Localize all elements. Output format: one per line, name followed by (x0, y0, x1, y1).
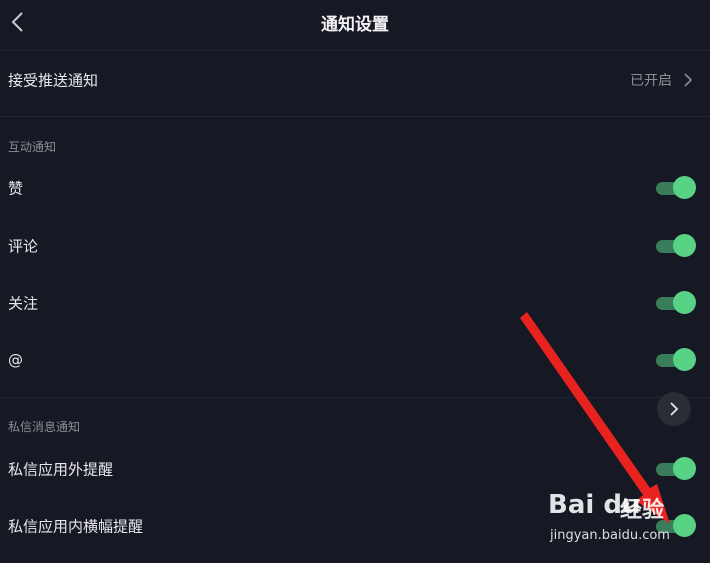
floating-expand-button[interactable] (657, 392, 691, 426)
follow-label: 关注 (8, 294, 39, 313)
in-app-banner-toggle[interactable] (656, 514, 696, 538)
chevron-right-icon (684, 73, 693, 87)
notification-settings-page: 通知设置 接受推送通知 已开启 互动通知 赞 评论 关注 @ 私信消息通知 私信… (0, 0, 710, 563)
outside-app-reminder-label: 私信应用外提醒 (8, 460, 114, 479)
interaction-item-comment: 评论 (0, 218, 710, 274)
comment-label: 评论 (8, 237, 39, 256)
divider (0, 397, 710, 398)
page-title: 通知设置 (321, 15, 389, 35)
push-notification-label: 接受推送通知 (8, 71, 99, 90)
interaction-item-follow: 关注 (0, 275, 710, 331)
chevron-right-icon (670, 402, 679, 416)
interaction-section-title: 互动通知 (8, 140, 57, 154)
divider (0, 116, 710, 117)
push-notification-row[interactable]: 接受推送通知 已开启 (0, 52, 710, 108)
push-notification-status: 已开启 (630, 73, 672, 89)
interaction-item-like: 赞 (0, 160, 710, 216)
message-item-outside-app: 私信应用外提醒 (0, 441, 710, 497)
interaction-item-mention: @ (0, 332, 710, 388)
mention-label: @ (8, 351, 23, 369)
messages-section-title: 私信消息通知 (8, 420, 81, 434)
follow-toggle[interactable] (656, 291, 696, 315)
header-bar: 通知设置 (0, 0, 710, 51)
like-label: 赞 (8, 179, 24, 198)
comment-toggle[interactable] (656, 234, 696, 258)
outside-app-reminder-toggle[interactable] (656, 457, 696, 481)
mention-toggle[interactable] (656, 348, 696, 372)
message-item-in-app-banner: 私信应用内横幅提醒 (0, 498, 710, 554)
like-toggle[interactable] (656, 176, 696, 200)
in-app-banner-label: 私信应用内横幅提醒 (8, 517, 144, 536)
